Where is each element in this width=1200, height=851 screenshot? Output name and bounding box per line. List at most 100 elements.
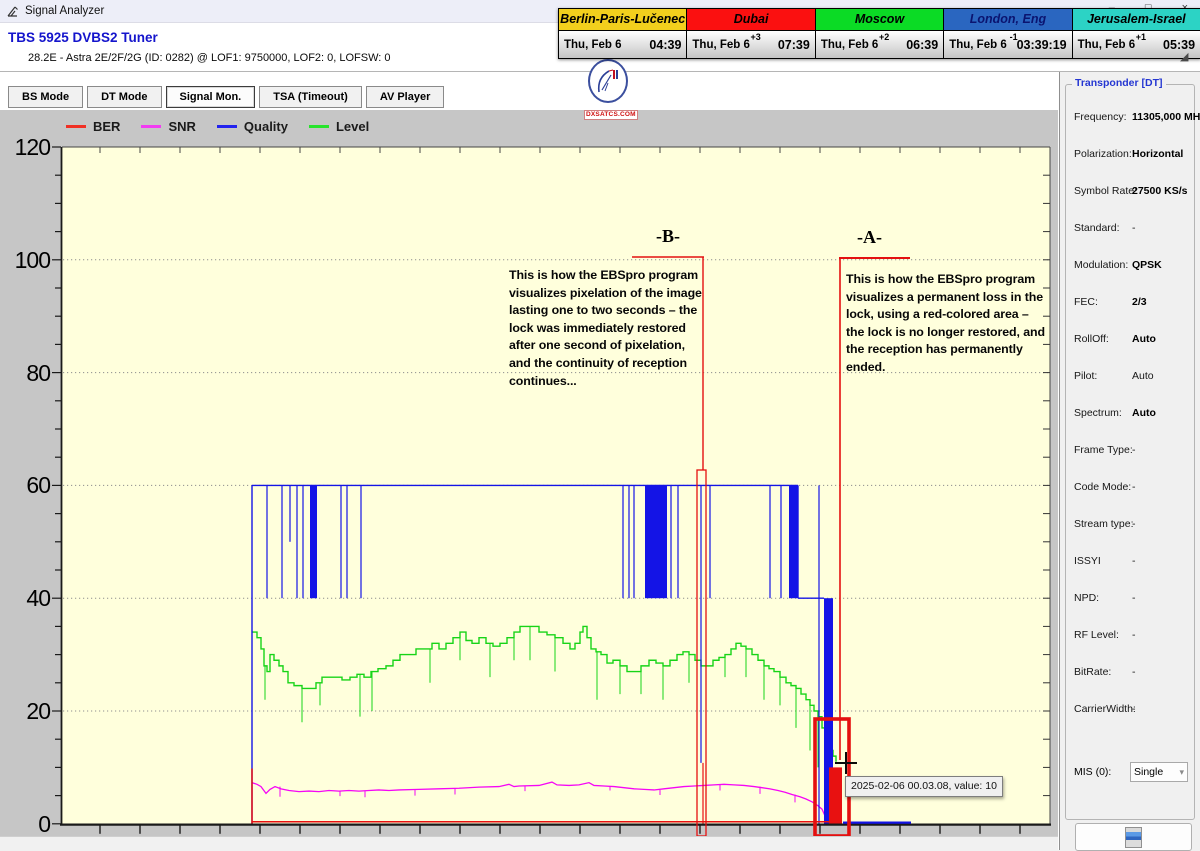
transponder-row-modulation: Modulation:QPSK [1074, 259, 1188, 271]
clock-utc-offset: +1 [1136, 32, 1146, 42]
world-clock-bar: Berlin-Paris-LučenecThu, Feb 604:39Dubai… [558, 8, 1200, 59]
transponder-row-value: Auto [1132, 370, 1154, 382]
transponder-row-label: CarrierWidth: [1074, 703, 1130, 715]
panel-title: Transponder [DT] [1072, 77, 1166, 89]
clock-utc-offset: -1 [1010, 32, 1018, 42]
bottom-strip [0, 836, 1058, 851]
annotation-b-label: -B- [656, 226, 680, 247]
signal-analyzer-window: Signal Analyzer – □ × TBS 5925 DVBS2 Tun… [0, 0, 1200, 850]
transponder-row-value: - [1132, 666, 1136, 678]
transponder-row-frequency: Frequency:11305,000 MHz [1074, 111, 1188, 123]
y-axis-label: 60 [0, 471, 50, 499]
clock-date: Thu, Feb 6 [692, 39, 750, 51]
clock-city-label: Berlin-Paris-Lučenec [559, 9, 686, 31]
clock-date: Thu, Feb 6 [1078, 39, 1136, 51]
tab-strip: BS ModeDT ModeSignal Mon.TSA (Timeout)AV… [0, 72, 1058, 110]
transponder-row-value: Horizontal [1132, 148, 1183, 160]
transponder-row-value: 2/3 [1132, 296, 1147, 308]
legend-item-ber: BER [66, 119, 120, 134]
transponder-panel: Transponder [DT] Frequency:11305,000 MHz… [1059, 72, 1200, 850]
legend-swatch-icon [66, 125, 86, 128]
clock-time: 06:39 [906, 38, 938, 52]
transponder-row-label: Symbol Rate: [1074, 185, 1130, 197]
legend-item-level: Level [309, 119, 369, 134]
transponder-row-value: - [1132, 222, 1136, 234]
chart-canvas[interactable] [0, 110, 1058, 836]
transponder-row-pilot: Pilot:Auto [1074, 370, 1188, 382]
mis-dropdown-value: Single [1134, 766, 1163, 778]
clock-date: Thu, Feb 6 [564, 39, 622, 51]
tab-signal-mon[interactable]: Signal Mon. [166, 86, 256, 108]
transponder-row-value: - [1132, 555, 1136, 567]
transponder-row-value: - [1132, 629, 1136, 641]
clock-resize-icon: ◢ [1180, 50, 1188, 63]
transponder-row-value: Auto [1132, 333, 1156, 345]
transponder-row-rolloff: RollOff:Auto [1074, 333, 1188, 345]
playlist-button[interactable] [1075, 823, 1192, 851]
transponder-row-label: FEC: [1074, 296, 1130, 308]
legend-item-snr: SNR [141, 119, 195, 134]
legend-label: Quality [244, 119, 288, 134]
dxsatcs-logo: DXSATCS.COM [584, 59, 632, 121]
transponder-row-rf-level: RF Level:- [1074, 629, 1188, 641]
clock-city-label: London, Eng [944, 9, 1071, 31]
y-axis-label: 120 [0, 133, 50, 161]
transponder-row-value: 11305,000 MHz [1132, 111, 1200, 123]
transponder-row-fec: FEC:2/3 [1074, 296, 1188, 308]
clock-utc-offset: +2 [879, 32, 889, 42]
transponder-row-value: - [1132, 703, 1136, 715]
legend-label: BER [93, 119, 120, 134]
window-title: Signal Analyzer [25, 5, 104, 17]
legend-swatch-icon [309, 125, 329, 128]
transponder-row-stream-type: Stream type:- [1074, 518, 1188, 530]
transponder-row-label: Stream type: [1074, 518, 1130, 530]
y-axis-label: 100 [0, 246, 50, 274]
transponder-row-label: Polarization: [1074, 148, 1130, 160]
tab-av-player[interactable]: AV Player [366, 86, 445, 108]
transponder-row-label: BitRate: [1074, 666, 1130, 678]
transponder-row-value: 27500 KS/s [1132, 185, 1187, 197]
chart-tooltip: 2025-02-06 00.03.08, value: 10 [845, 776, 1003, 797]
transponder-row-code-mode: Code Mode:- [1074, 481, 1188, 493]
transponder-row-label: ISSYI [1074, 555, 1130, 567]
transponder-row-label: Spectrum: [1074, 407, 1130, 419]
transponder-row-label: Code Mode: [1074, 481, 1130, 493]
transponder-row-value: QPSK [1132, 259, 1162, 271]
transponder-row-value: - [1132, 444, 1136, 456]
mis-label: MIS (0): [1074, 766, 1130, 778]
y-axis-label: 40 [0, 584, 50, 612]
transponder-row-carrierwidth: CarrierWidth:- [1074, 703, 1188, 715]
legend-label: SNR [168, 119, 195, 134]
y-axis-label: 80 [0, 359, 50, 387]
transponder-row-value: - [1132, 481, 1136, 493]
transponder-row-label: NPD: [1074, 592, 1130, 604]
clock-city-label: Jerusalem-Israel [1073, 9, 1200, 31]
clock-london-eng: London, EngThu, Feb 6-103:39:19 [944, 9, 1072, 58]
tab-tsa-timeout[interactable]: TSA (Timeout) [259, 86, 362, 108]
mis-dropdown[interactable]: Single ▾ [1130, 762, 1188, 782]
transponder-row-label: Pilot: [1074, 370, 1130, 382]
tab-dt-mode[interactable]: DT Mode [87, 86, 161, 108]
transponder-row-npd: NPD:- [1074, 592, 1188, 604]
clock-date: Thu, Feb 6 [949, 39, 1007, 51]
logo-text: DXSATCS.COM [584, 110, 638, 120]
clock-time: 04:39 [649, 38, 681, 52]
transponder-row-label: Frame Type: [1074, 444, 1130, 456]
tuner-subtitle: 28.2E - Astra 2E/2F/2G (ID: 0282) @ LOF1… [28, 52, 391, 64]
tuner-title: TBS 5925 DVBS2 Tuner [8, 30, 158, 45]
y-axis-label: 0 [0, 810, 50, 838]
transponder-row-label: Modulation: [1074, 259, 1130, 271]
clock-berlin-paris-lu-enec: Berlin-Paris-Lučenec Thu, Feb 6 04:39 [559, 9, 687, 58]
tab-bs-mode[interactable]: BS Mode [8, 86, 83, 108]
legend-label: Level [336, 119, 369, 134]
signal-chart: BERSNRQualityLevel 120100806040200 -B- -… [0, 110, 1058, 836]
clock-moscow: MoscowThu, Feb 6+206:39 [816, 9, 944, 58]
chevron-down-icon: ▾ [1179, 767, 1184, 778]
y-axis-label: 20 [0, 697, 50, 725]
transponder-row-issyi: ISSYI- [1074, 555, 1188, 567]
transponder-row-bitrate: BitRate:- [1074, 666, 1188, 678]
annotation-b-text: This is how the EBSpro program visualize… [509, 267, 706, 390]
transponder-row-frame-type: Frame Type:- [1074, 444, 1188, 456]
transponder-row-polarization: Polarization:Horizontal [1074, 148, 1188, 160]
clock-time: 07:39 [778, 38, 810, 52]
